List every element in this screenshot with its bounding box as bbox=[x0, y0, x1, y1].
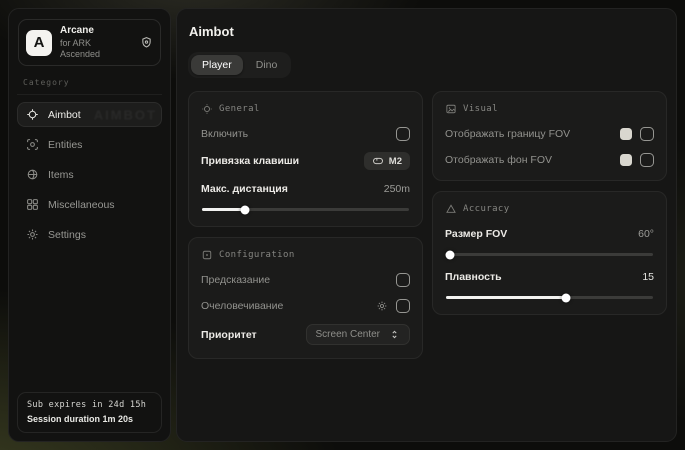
main-content: Aimbot Player Dino General Включить bbox=[176, 8, 677, 442]
app-subtitle: for ARK Ascended bbox=[60, 38, 132, 61]
keybind-label: Привязка клавиши bbox=[201, 155, 299, 167]
sidebar-item-settings[interactable]: Settings bbox=[17, 222, 162, 247]
sidebar-item-entities[interactable]: Entities bbox=[17, 132, 162, 157]
max-distance-label: Макс. дистанция bbox=[201, 183, 288, 195]
tab-dino[interactable]: Dino bbox=[245, 55, 289, 75]
prediction-checkbox[interactable] bbox=[396, 273, 410, 287]
shield-icon[interactable] bbox=[140, 36, 153, 49]
fov-border-color-swatch[interactable] bbox=[620, 128, 632, 140]
panel-title: General bbox=[219, 104, 260, 114]
triangle-icon bbox=[445, 203, 457, 215]
session-duration-text: Session duration 1m 20s bbox=[27, 414, 152, 424]
sidebar-item-label: Settings bbox=[48, 229, 86, 241]
panel-general: General Включить Привязка клавиши M2 bbox=[188, 91, 423, 227]
unfold-icon bbox=[389, 329, 400, 340]
fov-background-color-swatch[interactable] bbox=[620, 154, 632, 166]
panel-configuration: Configuration Предсказание Очеловечивани… bbox=[188, 237, 423, 359]
smoothness-slider[interactable] bbox=[446, 296, 653, 299]
sidebar-item-aimbot[interactable]: Aimbot AIMBOT bbox=[17, 102, 162, 127]
fov-size-slider[interactable] bbox=[446, 253, 653, 256]
slider-thumb[interactable] bbox=[562, 293, 571, 302]
fov-border-label: Отображать границу FOV bbox=[445, 128, 570, 140]
category-label: Category bbox=[23, 78, 156, 87]
crosshair-icon bbox=[26, 108, 39, 121]
fov-size-label: Размер FOV bbox=[445, 228, 507, 240]
fov-background-label: Отображать фон FOV bbox=[445, 154, 552, 166]
sidebar-item-items[interactable]: Items bbox=[17, 162, 162, 187]
slider-thumb[interactable] bbox=[446, 250, 455, 259]
app-logo: A bbox=[26, 30, 52, 56]
prediction-label: Предсказание bbox=[201, 274, 270, 286]
panel-title: Visual bbox=[463, 104, 498, 114]
aimbot-watermark: AIMBOT bbox=[94, 107, 157, 122]
fov-size-value: 60° bbox=[638, 228, 654, 240]
sidebar-item-label: Aimbot bbox=[48, 109, 81, 121]
priority-value: Screen Center bbox=[316, 329, 380, 340]
sidebar-item-label: Items bbox=[48, 169, 74, 181]
sidebar-item-label: Miscellaneous bbox=[48, 199, 115, 211]
app-logo-card: A Arcane for ARK Ascended bbox=[18, 19, 161, 66]
smoothness-label: Плавность bbox=[445, 271, 502, 283]
slider-thumb[interactable] bbox=[241, 205, 250, 214]
sidebar-divider bbox=[17, 94, 162, 95]
panel-accuracy: Accuracy Размер FOV 60° Плавность 15 bbox=[432, 191, 667, 315]
scan-icon bbox=[26, 138, 39, 151]
gear-icon bbox=[26, 228, 39, 241]
grid-icon bbox=[26, 198, 39, 211]
humanize-checkbox[interactable] bbox=[396, 299, 410, 313]
fov-background-checkbox[interactable] bbox=[640, 153, 654, 167]
keybind-button[interactable]: M2 bbox=[364, 152, 410, 170]
sidebar: A Arcane for ARK Ascended Category Aimbo… bbox=[8, 8, 171, 442]
image-icon bbox=[445, 103, 457, 115]
module-icon bbox=[201, 249, 213, 261]
sidebar-nav: Aimbot AIMBOT Entities Items bbox=[17, 102, 162, 247]
humanize-settings-gear-icon[interactable] bbox=[376, 300, 388, 312]
mouse-icon bbox=[372, 155, 384, 167]
tab-player[interactable]: Player bbox=[191, 55, 243, 75]
sidebar-item-miscellaneous[interactable]: Miscellaneous bbox=[17, 192, 162, 217]
panel-title: Accuracy bbox=[463, 204, 510, 214]
enable-label: Включить bbox=[201, 128, 248, 140]
panel-title: Configuration bbox=[219, 250, 295, 260]
smoothness-value: 15 bbox=[642, 271, 654, 283]
max-distance-value: 250m bbox=[384, 183, 410, 195]
page-title: Aimbot bbox=[189, 24, 667, 39]
app-name: Arcane bbox=[60, 25, 132, 38]
sphere-icon bbox=[26, 168, 39, 181]
fov-border-checkbox[interactable] bbox=[640, 127, 654, 141]
priority-label: Приоритет bbox=[201, 329, 257, 341]
max-distance-slider[interactable] bbox=[202, 208, 409, 211]
enable-checkbox[interactable] bbox=[396, 127, 410, 141]
panel-visual: Visual Отображать границу FOV Отображать… bbox=[432, 91, 667, 181]
target-icon bbox=[201, 103, 213, 115]
humanize-label: Очеловечивание bbox=[201, 300, 283, 312]
sub-expires-text: Sub expires in 24d 15h bbox=[27, 400, 152, 410]
priority-dropdown[interactable]: Screen Center bbox=[306, 324, 410, 345]
session-card: Sub expires in 24d 15h Session duration … bbox=[17, 392, 162, 433]
tab-bar: Player Dino bbox=[188, 52, 291, 78]
keybind-value: M2 bbox=[389, 156, 402, 167]
sidebar-item-label: Entities bbox=[48, 139, 82, 151]
